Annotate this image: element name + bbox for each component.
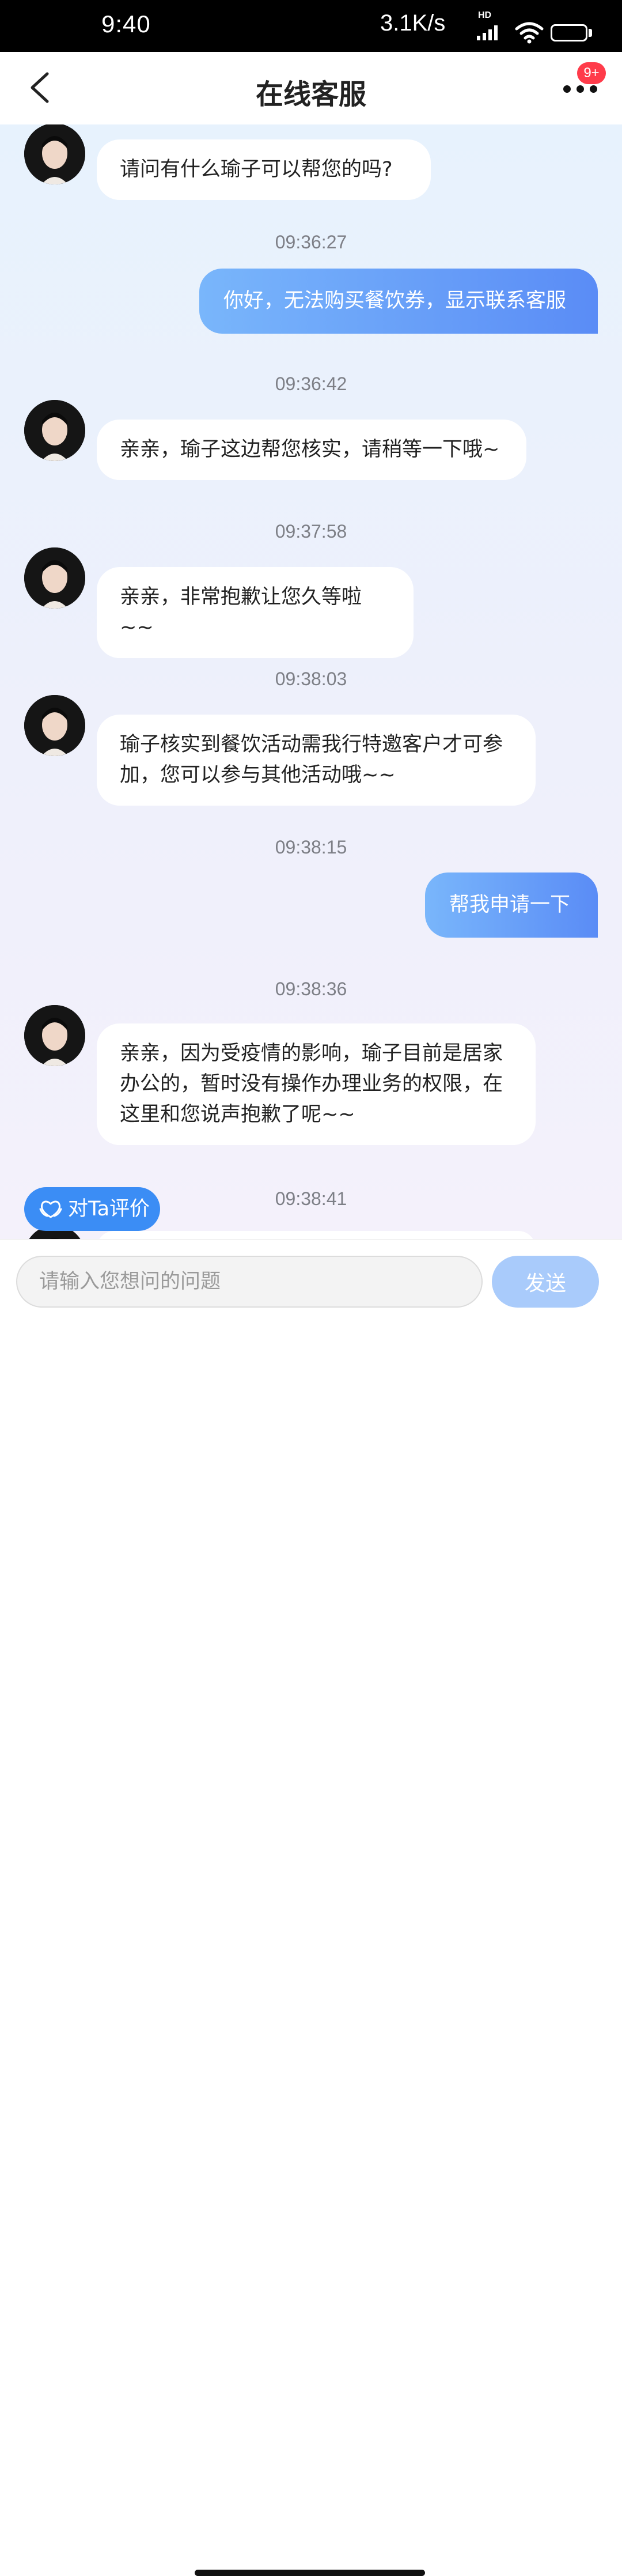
heart-hands-icon bbox=[39, 1200, 62, 1218]
message-timestamp: 09:38:36 bbox=[275, 979, 347, 999]
message-bubble-incoming: 亲亲，因为受疫情的影响，瑜子目前是居家办公的，暂时没有操作办理业务的权限，在这里… bbox=[97, 1023, 536, 1145]
message-timestamp: 09:38:03 bbox=[275, 668, 347, 689]
message-bubble-incoming: 请问有什么瑜子可以帮您的吗? bbox=[97, 139, 431, 200]
battery-icon: 77 bbox=[551, 24, 587, 41]
page-title: 在线客服 bbox=[255, 78, 366, 111]
avatar[interactable] bbox=[24, 547, 85, 609]
message-bubble-outgoing: 你好，无法购买餐饮券，显示联系客服 bbox=[199, 269, 598, 334]
avatar[interactable] bbox=[24, 695, 85, 756]
message-input[interactable] bbox=[16, 1256, 483, 1308]
message-bubble-incoming: 亲亲，瑜子这边帮您核实，请稍等一下哦~ bbox=[97, 420, 526, 480]
avatar[interactable] bbox=[24, 124, 85, 184]
message-timestamp: 09:36:27 bbox=[275, 232, 347, 252]
message-timestamp: 09:37:58 bbox=[275, 521, 347, 542]
message-bubble-incoming: 瑜子核实到餐饮活动需我行特邀客户才可参加，您可以参与其他活动哦~~ bbox=[97, 715, 536, 806]
network-speed: 3.1K/s bbox=[380, 10, 446, 36]
message-bubble-incoming bbox=[97, 1231, 536, 1239]
status-time: 9:40 bbox=[101, 10, 151, 37]
send-button[interactable]: 发送 bbox=[492, 1256, 599, 1308]
status-bar: 9:40 3.1K/s HD 77 bbox=[0, 0, 622, 52]
chat-area[interactable]: 请问有什么瑜子可以帮您的吗? 09:36:27 你好，无法购买餐饮券，显示联系客… bbox=[0, 124, 622, 1239]
notification-badge: 9+ bbox=[577, 62, 606, 84]
nav-header: 在线客服 9+ bbox=[0, 52, 622, 124]
message-bubble-outgoing: 帮我申请一下 bbox=[425, 872, 598, 938]
wifi-icon bbox=[515, 22, 544, 44]
battery-text: 77 bbox=[562, 25, 577, 40]
more-dots-icon[interactable] bbox=[563, 85, 597, 93]
message-timestamp: 09:36:42 bbox=[275, 373, 347, 394]
message-timestamp: 09:38:15 bbox=[275, 837, 347, 858]
rate-agent-button[interactable]: 对Ta评价 bbox=[24, 1187, 160, 1231]
rate-agent-label: 对Ta评价 bbox=[68, 1198, 150, 1221]
message-bubble-incoming: 亲亲，非常抱歉让您久等啦~~ bbox=[97, 567, 414, 658]
avatar[interactable] bbox=[24, 400, 85, 461]
input-bar: 发送 bbox=[0, 1239, 622, 2576]
avatar[interactable] bbox=[24, 1005, 85, 1066]
home-indicator[interactable] bbox=[195, 2570, 425, 2576]
